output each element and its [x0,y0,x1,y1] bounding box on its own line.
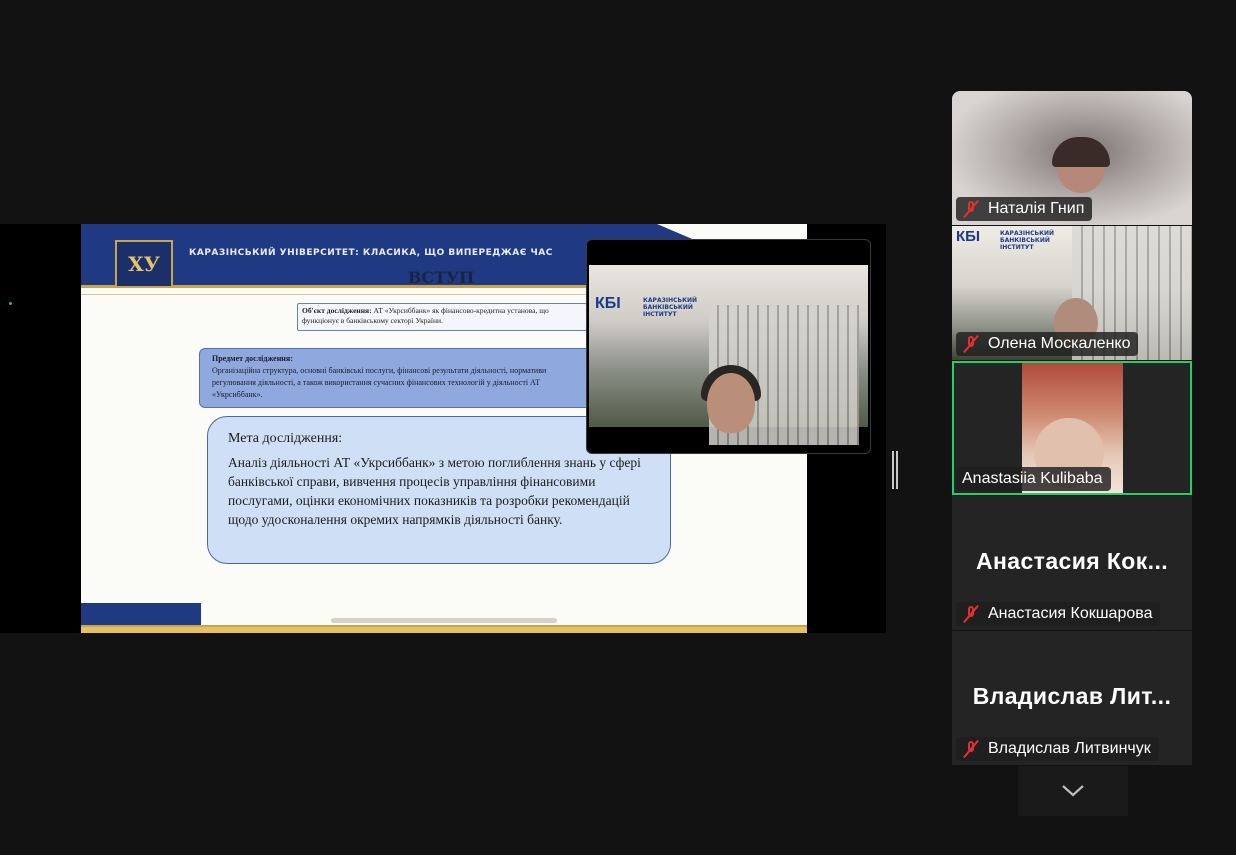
participant-name: Anastasiia Kulibaba [962,470,1103,487]
participant-tile[interactable]: КБІ КАРАЗІНСЬКИЙ БАНКІВСЬКИЙ ІНСТИТУТ Ол… [952,226,1192,360]
kbi-logo-caption: КАРАЗІНСЬКИЙ БАНКІВСЬКИЙ ІНСТИТУТ [1000,230,1055,251]
kbi-logo-caption: КАРАЗІНСЬКИЙ БАНКІВСЬКИЙ ІНСТИТУТ [643,297,698,318]
mic-muted-icon [962,199,980,219]
participant-name: Владислав Литвинчук [988,740,1151,757]
participant-name: Олена Москаленко [988,335,1131,352]
status-dot [9,302,12,305]
slide-heading: ВСТУП [407,268,475,287]
kbi-logo: КБІ [956,228,981,245]
participant-name: Наталія Гнип [988,200,1085,217]
mic-muted-icon [962,334,980,354]
floating-speaker-video[interactable]: КБІ КАРАЗІНСЬКИЙ БАНКІВСЬКИЙ ІНСТИТУТ [586,239,871,454]
scroll-down-button[interactable] [1018,766,1128,816]
speaker-video-feed: КБІ КАРАЗІНСЬКИЙ БАНКІВСЬКИЙ ІНСТИТУТ [589,265,868,445]
participant-display-name: Владислав Лит... [972,683,1172,709]
research-goal-text: Аналіз діяльності АТ «Укрсиббанк» з мето… [228,455,641,527]
mic-muted-icon [962,739,980,759]
kbi-logo: КБІ [595,295,621,312]
speaker-face [707,373,755,433]
chevron-down-icon [1062,785,1084,797]
research-subject-text: Організаційна структура, основні банківс… [212,366,547,399]
participant-tile[interactable]: Владислав Лит... Владислав Литвинчук [952,631,1192,765]
participant-name: Анастасия Кокшарова [988,605,1153,622]
participant-name-tag: Олена Москаленко [956,332,1139,356]
participant-display-name: Анастасия Кок... [975,548,1169,574]
resize-handle-icon[interactable] [892,451,898,489]
mic-muted-icon [962,604,980,624]
research-subject-label: Предмет дослідження: [212,354,293,363]
participant-hair [1052,137,1110,167]
research-object-box: Об'єкт дослідження: АТ «Укрсиббанк» як ф… [297,303,587,331]
participant-tile-active-speaker[interactable]: Anastasiia Kulibaba [952,361,1192,495]
participant-name-tag: Anastasiia Kulibaba [956,467,1111,491]
participant-name-tag: Наталія Гнип [956,197,1093,221]
slide-scroll-indicator [331,618,557,623]
participant-name-tag: Анастасия Кокшарова [956,602,1161,626]
participant-name-tag: Владислав Литвинчук [956,737,1159,761]
participant-tile[interactable]: Наталія Гнип [952,91,1192,225]
university-banner: КАРАЗІНСЬКИЙ УНІВЕРСИТЕТ: КЛАСИКА, ЩО ВИ… [189,248,553,258]
research-object-label: Об'єкт дослідження: [302,306,372,315]
university-logo: ХУ [115,240,173,288]
participant-tile[interactable]: Анастасия Кок... Анастасия Кокшарова [952,496,1192,630]
research-subject-box: Предмет дослідження: Організаційна струк… [199,348,599,408]
